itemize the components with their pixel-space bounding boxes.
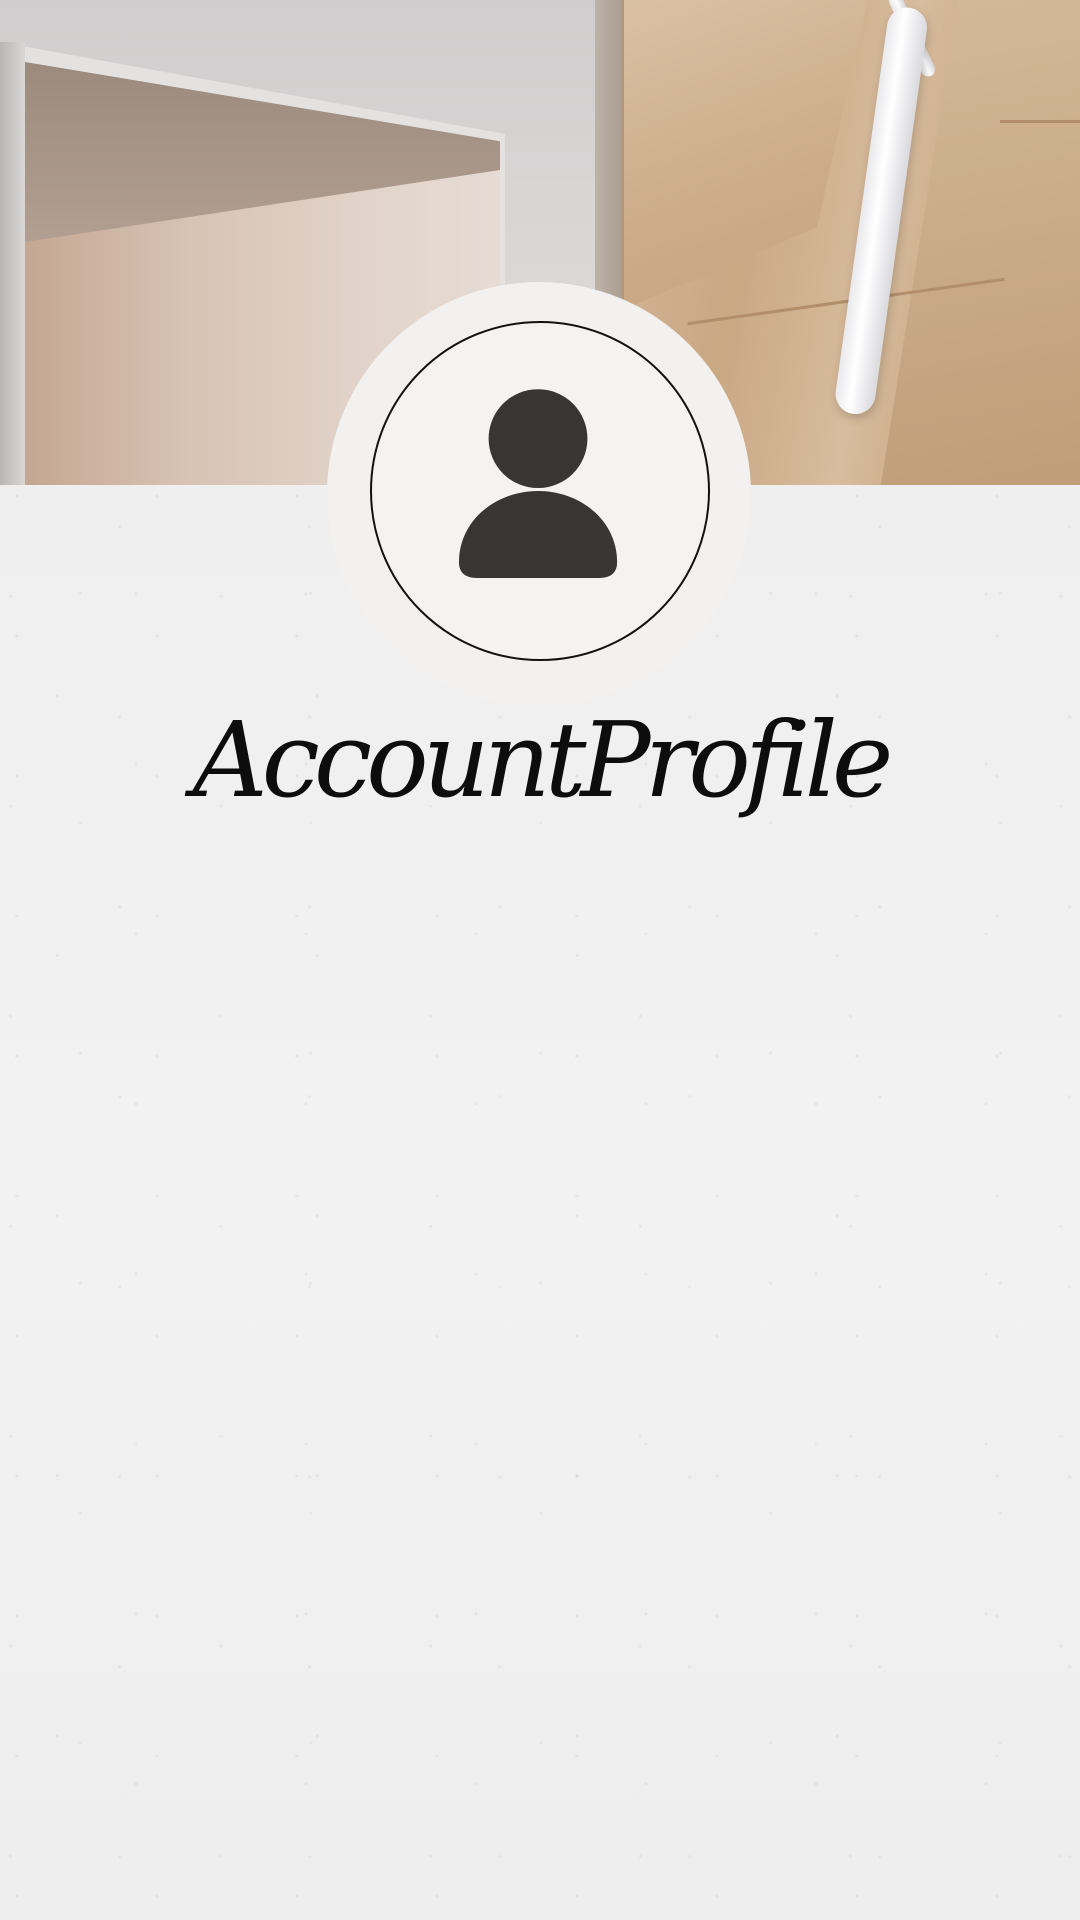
user-silhouette-icon bbox=[458, 389, 618, 578]
avatar[interactable] bbox=[370, 321, 710, 661]
account-profile-screen: AccountProfile bbox=[0, 0, 1080, 1920]
page-title: AccountProfile bbox=[192, 699, 894, 821]
wood-seam bbox=[1000, 120, 1080, 123]
niche-edge bbox=[0, 42, 25, 485]
